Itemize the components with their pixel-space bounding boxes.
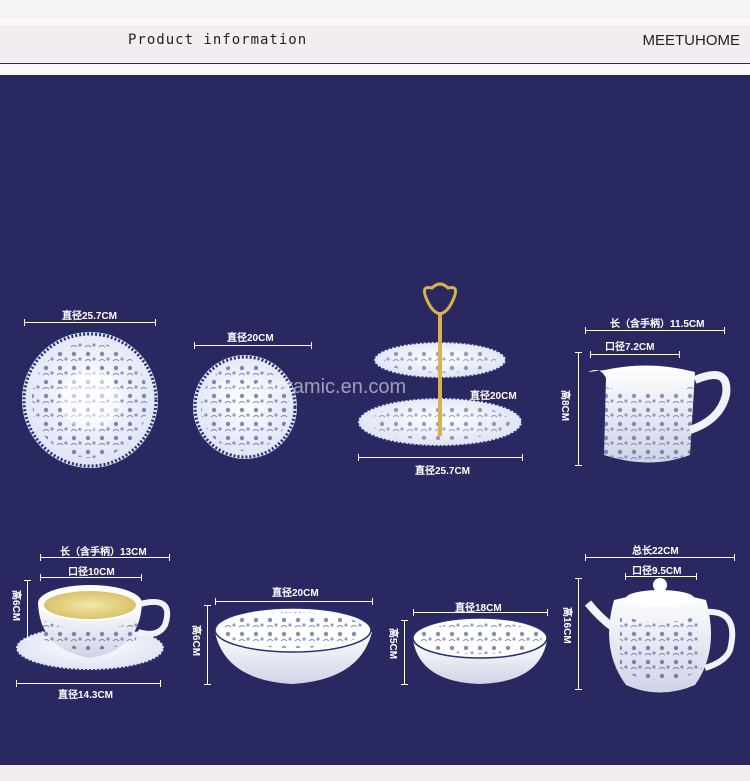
small-bowl [412, 617, 548, 684]
saucer-diameter: 直径14.3CM [58, 690, 114, 701]
teapot-height-line [575, 578, 582, 690]
cup-height-line [24, 580, 31, 640]
cake-stand-bottom-diameter: 直径25.7CM [415, 466, 471, 477]
small-bowl-height: 高5CM [387, 628, 398, 660]
large-plate-diameter-line [24, 319, 156, 326]
large-plate [22, 332, 158, 468]
watermark: gracepcramic.en.com [215, 376, 407, 398]
large-plate-diameter: 直径25.7CM [62, 311, 118, 322]
creamer-height-line [575, 352, 582, 466]
teapot-length: 总长22CM [632, 546, 679, 557]
creamer-mouth-line [590, 351, 680, 358]
cup-and-saucer [15, 585, 171, 671]
small-plate-diameter: 直径20CM [227, 333, 274, 344]
small-bowl-height-line [401, 620, 408, 685]
creamer-mouth: 口径7.2CM [605, 342, 655, 353]
cup-mouth: 口径10CM [68, 567, 115, 578]
cake-stand-top-diameter: 直径20CM [470, 391, 517, 402]
large-bowl-height: 高6CM [190, 625, 201, 657]
large-bowl-diameter-line [215, 598, 373, 605]
cake-stand-bottom-line [358, 454, 523, 461]
teapot-mouth: 口径9.5CM [632, 566, 682, 577]
cup-length: 长（含手柄）13CM [60, 547, 147, 558]
creamer-length: 长（含手柄）11.5CM [610, 319, 705, 330]
large-bowl [214, 607, 372, 684]
large-bowl-diameter: 直径20CM [272, 588, 319, 599]
small-plate-diameter-line [194, 342, 312, 349]
large-bowl-height-line [204, 605, 211, 685]
creamer-height: 高8CM [559, 390, 570, 422]
teapot-length-line [585, 554, 735, 561]
creamer-length-line [585, 327, 725, 334]
cup-height: 高6CM [10, 590, 21, 622]
saucer-diameter-line [16, 680, 161, 687]
small-bowl-diameter: 直径18CM [455, 603, 502, 614]
cake-stand [357, 282, 523, 447]
teapot-height: 高16CM [561, 607, 572, 644]
teapot [584, 578, 736, 693]
small-plate [193, 355, 297, 459]
creamer [588, 365, 731, 463]
